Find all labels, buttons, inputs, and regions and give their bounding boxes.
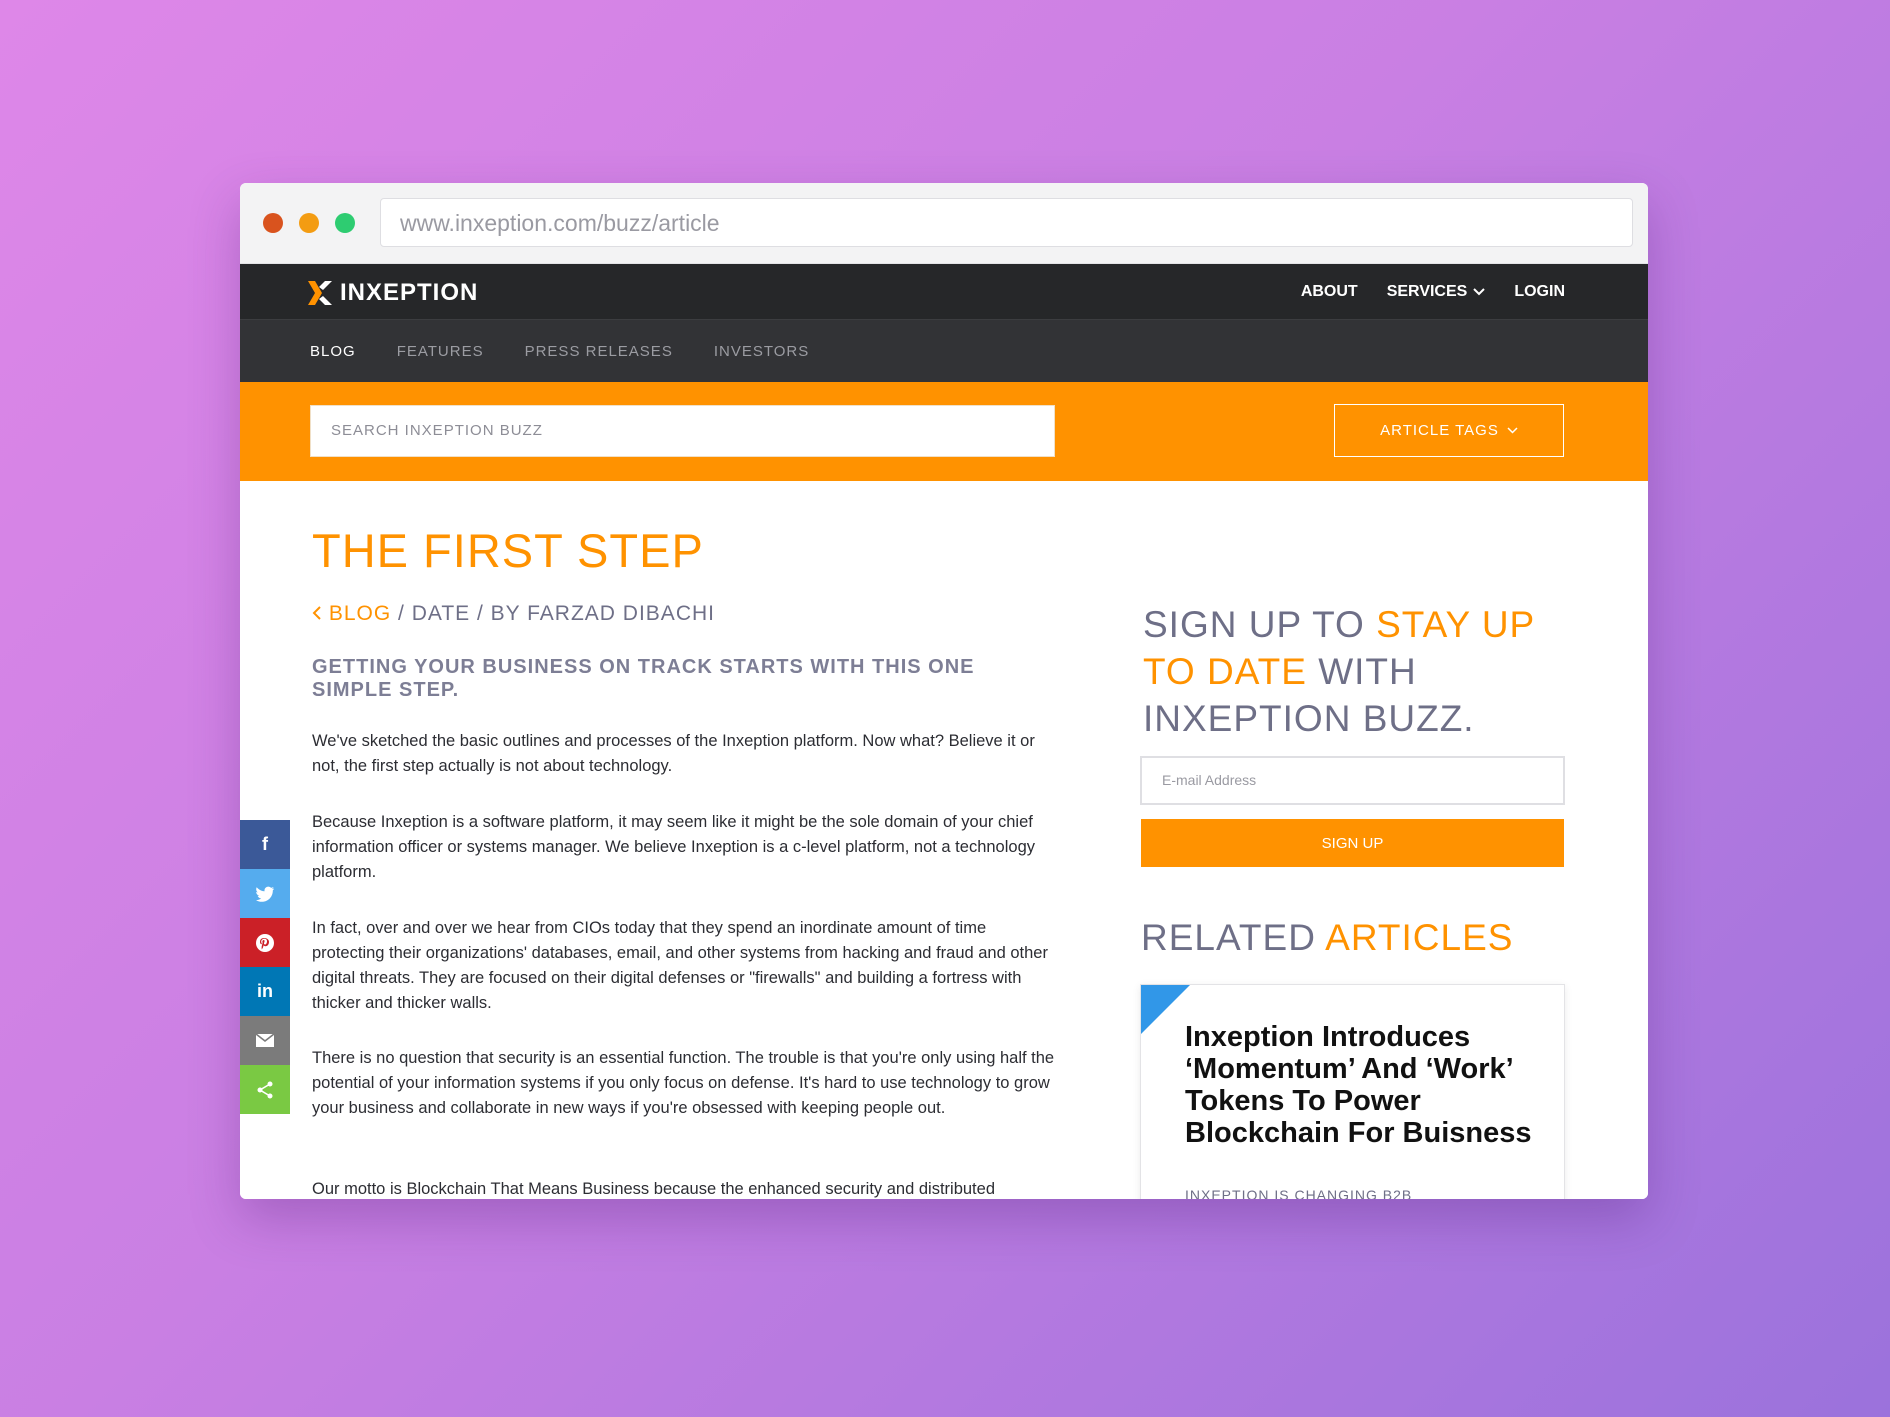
article-tags-label: ARTICLE TAGS [1380, 422, 1499, 439]
share-pinterest-button[interactable] [240, 918, 290, 967]
inxeption-logo-icon [308, 281, 332, 305]
article-tags-dropdown[interactable]: ARTICLE TAGS [1334, 404, 1564, 457]
logo-text: INXEPTION [340, 279, 479, 306]
signup-heading: SIGN UP TO STAY UP TO DATE WITH INXEPTIO… [1143, 601, 1543, 742]
article-paragraph: Because Inxeption is a software platform… [312, 813, 1035, 881]
twitter-icon [256, 886, 274, 902]
email-icon [255, 1033, 275, 1047]
share-facebook-button[interactable]: f [240, 820, 290, 869]
share-twitter-button[interactable] [240, 869, 290, 918]
related-article-card[interactable]: Inxeption Introduces ‘Momentum’ And ‘Wor… [1140, 984, 1565, 1199]
related-articles-heading: RELATED ARTICLES [1141, 917, 1513, 959]
subnav-features[interactable]: FEATURES [397, 343, 484, 360]
nav-about[interactable]: ABOUT [1301, 283, 1358, 301]
chevron-left-icon [312, 606, 321, 620]
article-paragraph: Our motto is Blockchain That Means Busin… [312, 1180, 995, 1198]
breadcrumb-blog-link[interactable]: BLOG [329, 602, 391, 625]
signup-button[interactable]: SIGN UP [1141, 819, 1564, 867]
site-logo[interactable]: INXEPTION [306, 279, 478, 307]
article-title: THE FIRST STEP [312, 524, 704, 577]
share-email-button[interactable] [240, 1016, 290, 1065]
share-more-button[interactable] [240, 1065, 290, 1114]
minimize-window-button[interactable] [299, 213, 319, 233]
chevron-down-icon [1473, 288, 1486, 296]
subnav-press-releases[interactable]: PRESS RELEASES [525, 343, 673, 360]
article-content: THE FIRST STEP BLOG / DATE / BY FARZAD D… [240, 481, 1648, 1199]
linkedin-icon: in [257, 981, 273, 1001]
search-bar-section: SEARCH INXEPTION BUZZ ARTICLE TAGS [240, 382, 1648, 481]
maximize-window-button[interactable] [335, 213, 355, 233]
breadcrumb: BLOG / DATE / BY FARZAD DIBACHI [312, 602, 715, 626]
nav-services-label: SERVICES [1386, 283, 1468, 300]
share-linkedin-button[interactable]: in [240, 967, 290, 1016]
email-field[interactable]: E-mail Address [1140, 756, 1565, 805]
article-paragraph: In fact, over and over we hear from CIOs… [312, 919, 1048, 1012]
address-bar[interactable]: www.inxeption.com/buzz/article [380, 198, 1633, 247]
article-paragraph: There is no question that security is an… [312, 1049, 1055, 1117]
signup-heading-part1: SIGN UP TO [1143, 604, 1377, 645]
article-paragraph: We've sketched the basic outlines and pr… [312, 732, 1035, 775]
subnav-blog[interactable]: BLOG [310, 343, 356, 360]
browser-window: www.inxeption.com/buzz/article INXEPTION… [240, 183, 1648, 1199]
related-heading-highlight: ARTICLES [1325, 917, 1514, 958]
related-heading-part1: RELATED [1141, 917, 1326, 958]
card-corner-accent [1141, 985, 1190, 1034]
top-navigation: INXEPTION ABOUT SERVICES LOGIN [240, 264, 1648, 320]
nav-services[interactable]: SERVICES [1387, 283, 1486, 301]
sub-navigation: BLOG FEATURES PRESS RELEASES INVESTORS [240, 320, 1648, 382]
facebook-icon: f [262, 834, 268, 854]
related-article-title[interactable]: Inxeption Introduces ‘Momentum’ And ‘Wor… [1185, 1021, 1555, 1149]
chevron-down-icon [1507, 427, 1518, 434]
breadcrumb-meta: / DATE / BY FARZAD DIBACHI [391, 602, 715, 625]
close-window-button[interactable] [263, 213, 283, 233]
search-input[interactable]: SEARCH INXEPTION BUZZ [310, 405, 1055, 457]
share-bar: f in [240, 820, 290, 1114]
related-article-excerpt: INXEPTION IS CHANGING B2B [1185, 1187, 1413, 1199]
article-lead: GETTING YOUR BUSINESS ON TRACK STARTS WI… [312, 656, 975, 701]
pinterest-icon [256, 933, 274, 952]
browser-chrome: www.inxeption.com/buzz/article [240, 183, 1648, 264]
nav-login[interactable]: LOGIN [1514, 283, 1565, 301]
share-icon [257, 1081, 273, 1098]
subnav-investors[interactable]: INVESTORS [714, 343, 809, 360]
